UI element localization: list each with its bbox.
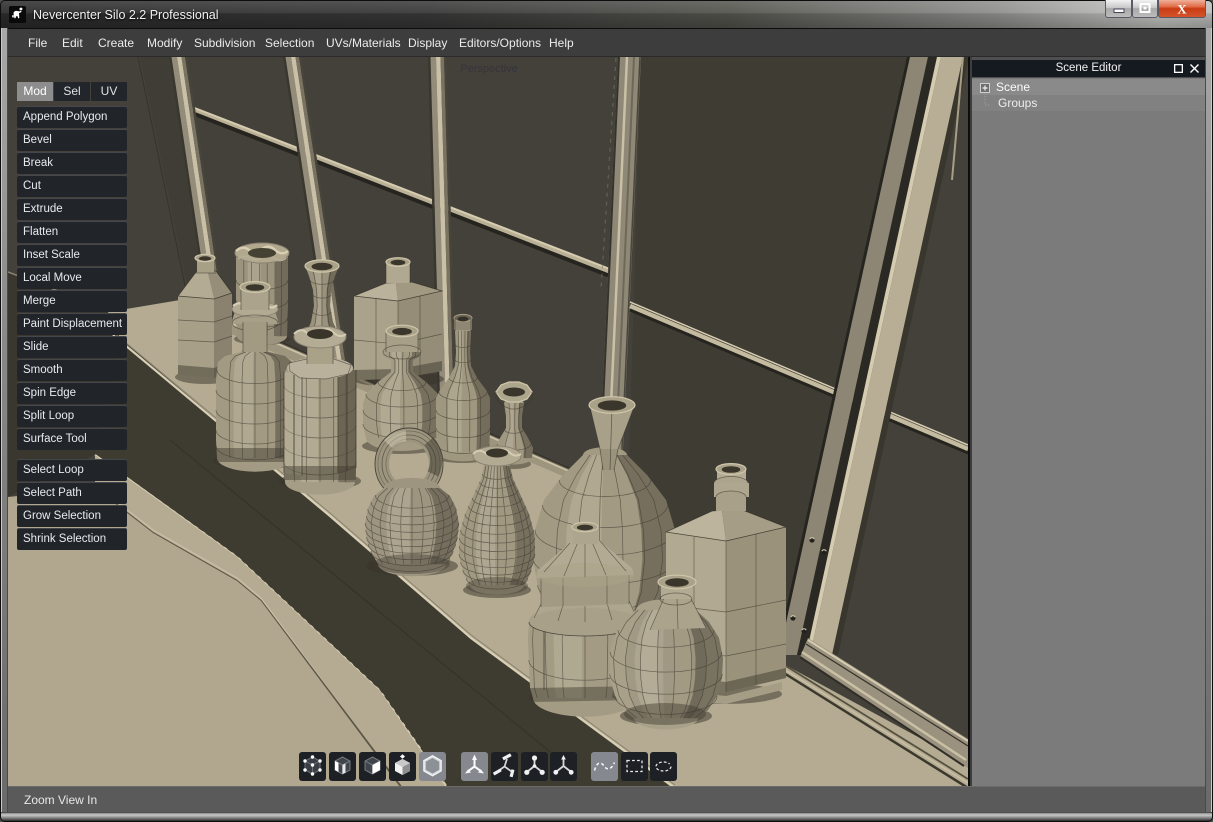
svg-text:X: X: [1177, 2, 1187, 17]
svg-text:Perspective: Perspective: [460, 63, 517, 75]
